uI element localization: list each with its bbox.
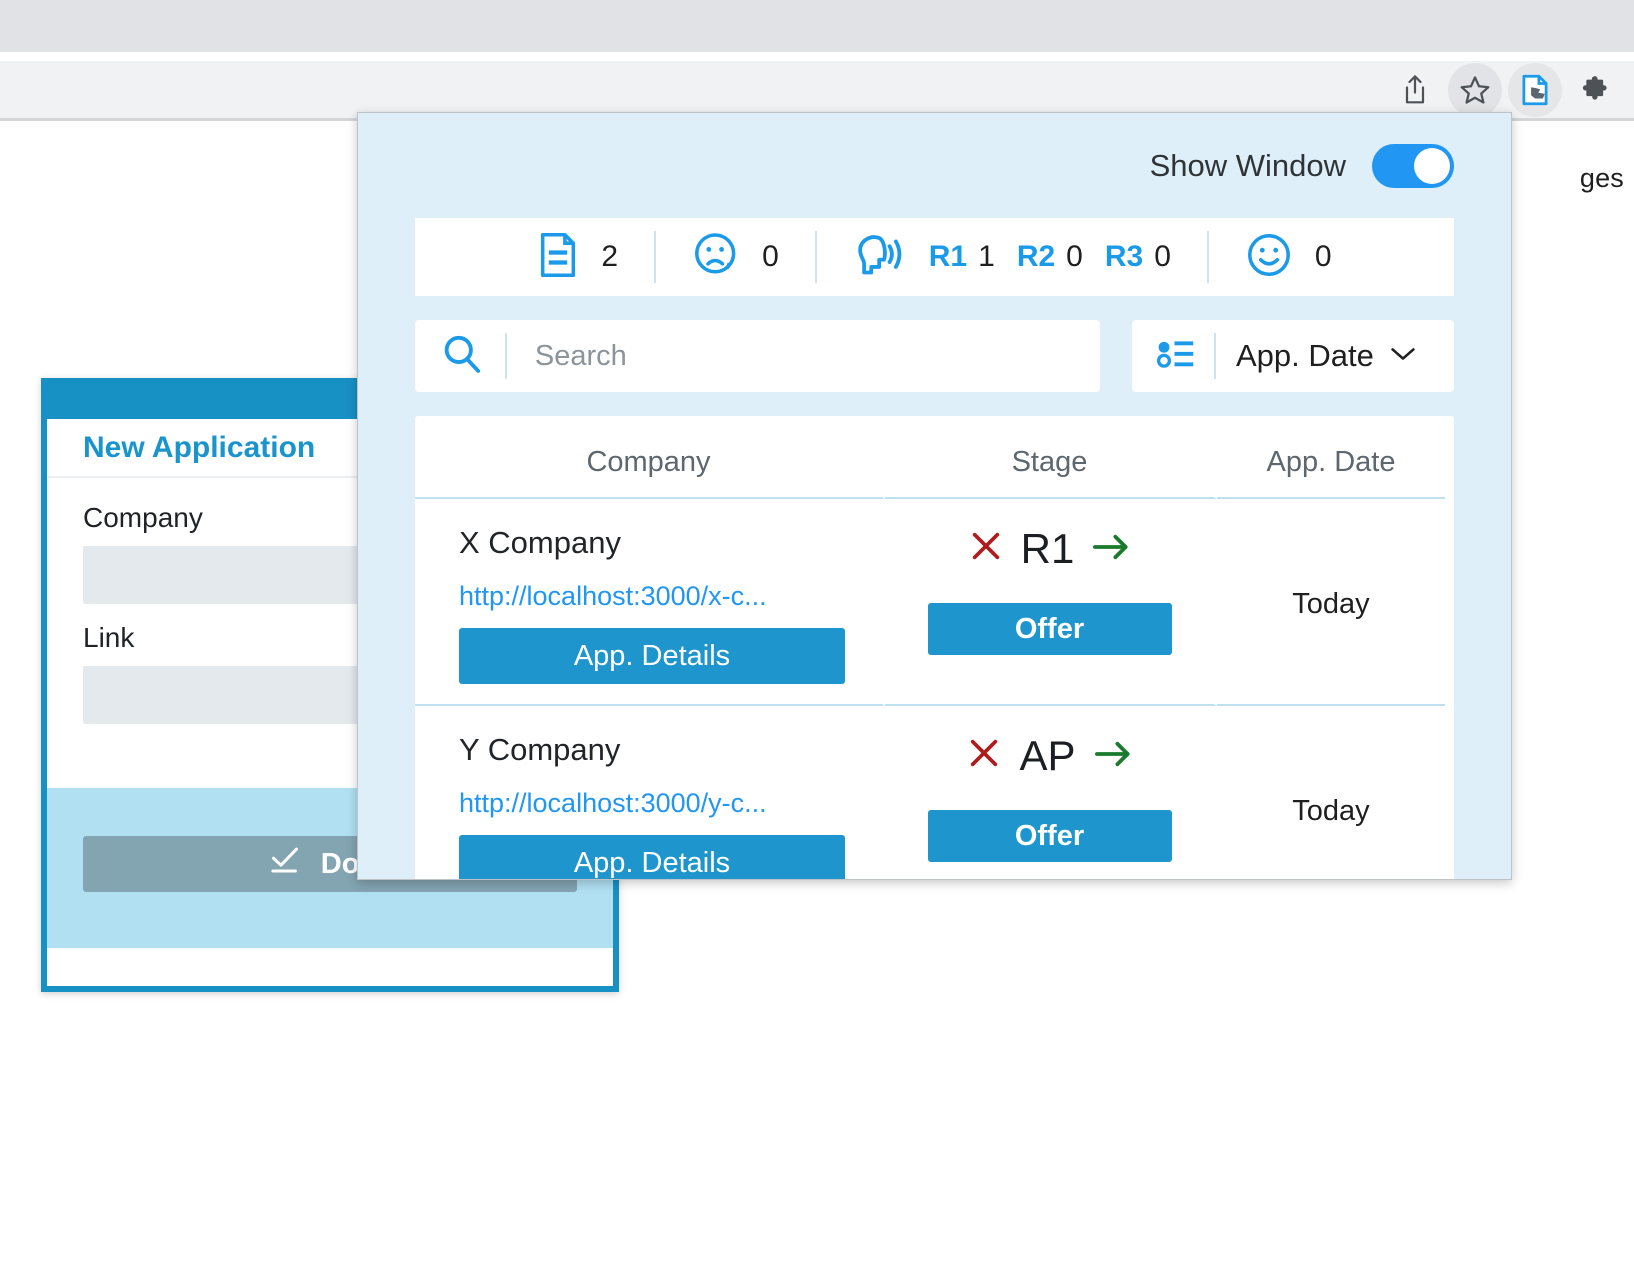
stat-interviews[interactable]: R1 1 R2 0 R3 0 <box>817 231 1207 284</box>
interview-round-r1: R1 1 <box>929 240 995 274</box>
offers-count: 0 <box>1314 240 1332 273</box>
round-count-r2: 0 <box>1066 240 1083 273</box>
table-header-row: Company Stage App. Date <box>415 416 1454 499</box>
reject-x-icon[interactable] <box>967 736 1001 777</box>
round-label-r3: R3 <box>1104 240 1144 273</box>
reject-x-icon[interactable] <box>969 529 1003 570</box>
search-divider <box>505 333 507 379</box>
offer-button[interactable]: Offer <box>927 603 1172 655</box>
advance-arrow-icon[interactable] <box>1092 532 1130 567</box>
chevron-down-icon[interactable] <box>1390 346 1416 367</box>
stage-code: R1 <box>1020 525 1075 572</box>
bookmark-star-icon[interactable] <box>1448 62 1502 117</box>
offer-button[interactable]: Offer <box>927 810 1172 862</box>
header-company: Company <box>415 416 885 499</box>
row-company-cell: X Company http://localhost:3000/x-c... A… <box>415 499 885 706</box>
stat-applications[interactable]: 2 <box>501 232 654 283</box>
stage-controls: R1 <box>885 525 1214 573</box>
company-name: X Company <box>459 525 621 560</box>
page-cutoff-text: ges <box>1579 163 1624 193</box>
app-date-value: Today <box>1292 795 1370 827</box>
rejections-count: 0 <box>762 240 779 273</box>
browser-toolbar-actions <box>1388 61 1634 118</box>
interview-round-r3: R3 0 <box>1105 240 1171 274</box>
show-window-toggle[interactable] <box>1372 143 1454 188</box>
stage-controls: AP <box>885 732 1214 780</box>
show-window-row: Show Window <box>358 113 1511 218</box>
row-stage-cell: AP Offer <box>885 706 1217 879</box>
round-label-r2: R2 <box>1016 240 1056 273</box>
share-icon[interactable] <box>1388 63 1442 117</box>
round-count-r3: 0 <box>1154 240 1171 273</box>
sort-divider <box>1214 333 1216 379</box>
row-stage-cell: R1 Offer <box>885 499 1217 706</box>
extension-app-icon[interactable] <box>1508 62 1562 117</box>
round-count-r1: 1 <box>978 240 995 273</box>
sort-selected-value: App. Date <box>1236 338 1374 373</box>
sort-control[interactable]: App. Date <box>1132 320 1454 392</box>
row-date-cell: Today <box>1217 706 1445 879</box>
search-row: App. Date <box>415 320 1454 392</box>
toggle-knob <box>1414 147 1450 184</box>
extension-popup-panel: Show Window 2 0 R1 1 R2 0 R3 0 0 Search … <box>357 112 1512 880</box>
applications-count: 2 <box>601 240 619 273</box>
page-title: New Application <box>83 430 316 464</box>
table-row: X Company http://localhost:3000/x-c... A… <box>415 499 1454 706</box>
row-company-cell: Y Company http://localhost:3000/y-c... A… <box>415 706 885 879</box>
company-link[interactable]: http://localhost:3000/y-c... <box>459 788 882 819</box>
search-box[interactable] <box>415 320 1100 392</box>
row-date-cell: Today <box>1217 499 1445 706</box>
head-speaking-icon <box>853 231 907 284</box>
check-underline-icon <box>267 845 303 883</box>
browser-tab-strip <box>0 0 1634 52</box>
advance-arrow-icon[interactable] <box>1094 739 1132 774</box>
stat-rejections[interactable]: 0 <box>656 231 815 284</box>
header-app-date: App. Date <box>1217 416 1445 499</box>
search-input[interactable] <box>532 338 1100 374</box>
stat-offers[interactable]: 0 <box>1209 231 1368 284</box>
header-stage: Stage <box>885 416 1217 499</box>
smiley-face-icon <box>1245 231 1293 284</box>
applications-table: Company Stage App. Date X Company http:/… <box>415 416 1454 879</box>
app-details-button[interactable]: App. Details <box>459 835 845 879</box>
interview-round-r2: R2 0 <box>1017 240 1083 274</box>
sort-list-icon[interactable] <box>1156 336 1196 377</box>
company-name: Y Company <box>459 732 621 767</box>
round-label-r1: R1 <box>928 240 968 273</box>
app-details-button[interactable]: App. Details <box>459 628 845 684</box>
show-window-label: Show Window <box>1149 147 1346 183</box>
company-link[interactable]: http://localhost:3000/x-c... <box>459 581 882 612</box>
table-row: Y Company http://localhost:3000/y-c... A… <box>415 706 1454 879</box>
stats-bar: 2 0 R1 1 R2 0 R3 0 0 <box>415 218 1454 296</box>
stage-code: AP <box>1019 732 1076 779</box>
search-icon[interactable] <box>441 333 483 380</box>
sad-face-tear-icon <box>692 231 740 284</box>
app-date-value: Today <box>1292 588 1370 620</box>
document-icon <box>537 232 579 283</box>
extensions-puzzle-icon[interactable] <box>1568 63 1622 117</box>
